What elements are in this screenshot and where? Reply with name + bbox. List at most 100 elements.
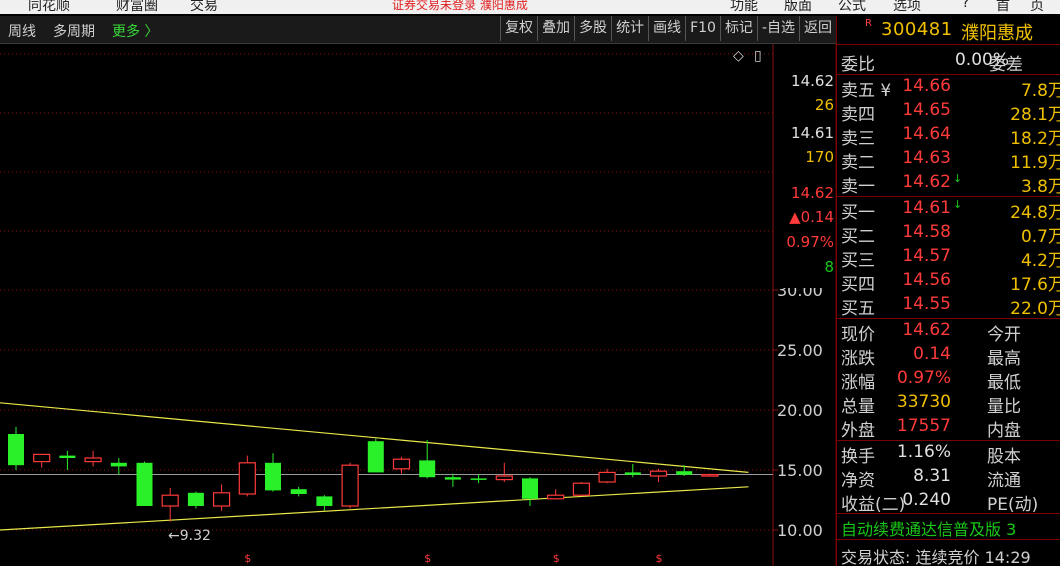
help-icon[interactable]: ?: [962, 0, 969, 11]
dividend-marker[interactable]: $: [424, 552, 431, 565]
candle-body[interactable]: [547, 494, 565, 500]
candle-body[interactable]: [676, 471, 693, 475]
candle-body[interactable]: [213, 492, 231, 507]
tab-multi-period[interactable]: 多周期: [53, 21, 95, 41]
trend-line[interactable]: [0, 486, 749, 531]
menu-tonghuashun[interactable]: 同花顺: [28, 0, 70, 14]
ask-3-price: 14.64: [902, 124, 951, 144]
candle-body[interactable]: [392, 458, 411, 470]
login-warning[interactable]: 证券交易未登录 濮阳惠成: [392, 0, 528, 13]
bid-1-row[interactable]: 买一 14.61 ↓ 24.8万: [837, 198, 1060, 223]
stat-row[interactable]: 总量 33730 量比: [837, 392, 1060, 417]
dividend-marker[interactable]: $: [553, 552, 560, 565]
ask-4-row[interactable]: 卖四 14.65 28.1万: [837, 100, 1060, 125]
more-button[interactable]: 更多 〉: [112, 21, 158, 41]
candle-body[interactable]: [59, 455, 76, 458]
y-tick-label: 10.00: [777, 521, 823, 540]
candle-body[interactable]: [33, 453, 51, 463]
stock-header[interactable]: R 300481 濮阳惠成: [837, 16, 1060, 45]
stat-row[interactable]: 涨跌 0.14 最高: [837, 344, 1060, 369]
weibi-label: 委比: [841, 55, 875, 75]
candle-body[interactable]: [649, 470, 668, 477]
bid-4-row[interactable]: 买四 14.56 17.6万: [837, 270, 1060, 295]
stat2-row[interactable]: 换手 1.16% 股本: [837, 442, 1060, 467]
fuquan-button[interactable]: 复权: [500, 16, 537, 41]
candle-body[interactable]: [419, 460, 436, 478]
candle-body[interactable]: [110, 462, 127, 467]
candle-body[interactable]: [495, 475, 513, 481]
candle-body[interactable]: [444, 477, 461, 480]
candle-body[interactable]: [572, 482, 591, 496]
candle-body[interactable]: [187, 492, 204, 506]
news-ticker[interactable]: 自动续费通达信普及版 3: [837, 514, 1060, 540]
menu-xuanxiang[interactable]: 选项: [893, 0, 921, 14]
f10-button[interactable]: F10: [685, 16, 720, 41]
menu-banmian[interactable]: 版面: [784, 0, 812, 14]
candle-body[interactable]: [522, 478, 538, 499]
candle-body[interactable]: [598, 471, 616, 483]
divider: [837, 539, 1060, 540]
stat2-row[interactable]: 收益(二) 0.240 PE(动): [837, 490, 1060, 515]
candle-body[interactable]: [341, 464, 359, 507]
menu-page[interactable]: 页: [1030, 0, 1044, 14]
trade-status: 交易状态: 连续竞价 14:29: [841, 548, 1031, 566]
duogu-button[interactable]: 多股: [574, 16, 611, 41]
candle-body[interactable]: [136, 462, 153, 506]
diamond-icon[interactable]: ◇: [733, 48, 744, 64]
huaxian-button[interactable]: 画线: [648, 16, 685, 41]
bid-5-row[interactable]: 买五 14.55 22.0万: [837, 294, 1060, 319]
stat2-label2: 流通: [987, 471, 1021, 491]
candle-body[interactable]: [265, 462, 281, 491]
bid-2-qty: 0.7万: [1020, 227, 1060, 247]
candle-body[interactable]: [238, 462, 256, 495]
news-text[interactable]: 自动续费通达信普及版 3: [841, 516, 1016, 540]
ask-3-row[interactable]: 卖三 14.64 18.2万: [837, 124, 1060, 149]
dividend-marker[interactable]: $: [656, 552, 663, 565]
bid-2-row[interactable]: 买二 14.58 0.7万: [837, 222, 1060, 247]
y-tick-label: 15.00: [777, 461, 823, 480]
candle-body[interactable]: [624, 472, 641, 475]
stat-label2: 内盘: [987, 421, 1021, 441]
stat-label: 涨跌: [841, 349, 875, 369]
bid-3-row[interactable]: 买三 14.57 4.2万: [837, 246, 1060, 271]
dividend-marker[interactable]: $: [244, 552, 251, 565]
ask-5-price: 14.66: [902, 76, 951, 96]
candle-body[interactable]: [290, 489, 307, 494]
ask-4-price: 14.65: [902, 100, 951, 120]
menu-gongshi[interactable]: 公式: [838, 0, 866, 14]
ask-2-row[interactable]: 卖二 14.63 11.9万: [837, 148, 1060, 173]
candle-body[interactable]: [316, 496, 333, 506]
ask-5-row[interactable]: 卖五 ¥ 14.66 7.8万: [837, 76, 1060, 101]
y-tick-label: 25.00: [777, 341, 823, 360]
menu-jiaoyi[interactable]: 交易: [190, 0, 218, 14]
mini-quote-value: 8: [824, 258, 834, 276]
stat-row[interactable]: 外盘 17557 内盘: [837, 416, 1060, 441]
candle-body[interactable]: [470, 478, 487, 480]
tab-weekly[interactable]: 周线: [8, 21, 36, 41]
stat2-row[interactable]: 净资 8.31 流通: [837, 466, 1060, 491]
tongji-button[interactable]: 统计: [611, 16, 648, 41]
remove-watchlist-button[interactable]: -自选: [756, 16, 799, 41]
bid-3-price: 14.57: [902, 246, 951, 266]
bid-2-price: 14.58: [902, 222, 951, 242]
candle-body[interactable]: [701, 473, 719, 477]
candle-body[interactable]: [84, 457, 102, 463]
candle-body[interactable]: [161, 494, 179, 507]
menu-gongneng[interactable]: 功能: [730, 0, 758, 14]
diejia-button[interactable]: 叠加: [537, 16, 574, 41]
bid-4-qty: 17.6万: [1010, 275, 1060, 295]
menu-caifuquan[interactable]: 财富圈: [116, 0, 158, 14]
kline-chart[interactable]: 30.00 25.00 20.00 15.00 10.00 14.62 26 14.61 170…: [0, 44, 836, 566]
bid-3-label: 买三: [841, 251, 875, 271]
ask-1-row[interactable]: 卖一 14.62↓ 3.8万: [837, 172, 1060, 197]
back-button[interactable]: 返回: [799, 16, 836, 41]
stat-row[interactable]: 现价 14.62 今开: [837, 320, 1060, 345]
ask-3-qty: 18.2万: [1010, 129, 1060, 149]
candle-body[interactable]: [367, 441, 384, 473]
menu-home[interactable]: 首: [996, 0, 1010, 14]
stat-row[interactable]: 涨幅 0.97% 最低: [837, 368, 1060, 393]
biaoji-button[interactable]: 标记: [719, 16, 757, 41]
candle-body[interactable]: [8, 434, 24, 466]
kline-svg[interactable]: 30.0025.0020.0015.0010.0014.622614.61170…: [0, 44, 836, 566]
panel-toggle-icon[interactable]: ▯: [754, 48, 762, 64]
